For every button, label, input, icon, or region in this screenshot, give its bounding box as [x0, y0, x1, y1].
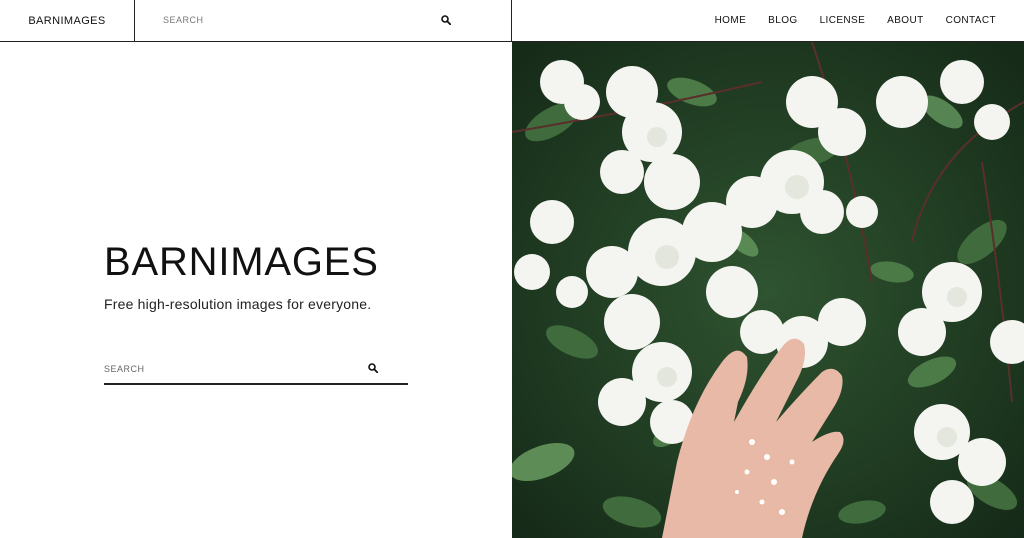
header-search-input[interactable]	[163, 10, 453, 30]
hero-search	[104, 352, 408, 385]
brand-logo[interactable]: BARNIMAGES	[0, 0, 135, 41]
header-search	[135, 0, 512, 41]
nav-about[interactable]: ABOUT	[887, 15, 923, 26]
nav-license[interactable]: LICENSE	[820, 15, 866, 26]
main-nav: HOME BLOG LICENSE ABOUT CONTACT	[512, 0, 1024, 41]
nav-contact[interactable]: CONTACT	[946, 15, 996, 26]
flowers-photo	[512, 42, 1024, 538]
hero-title: BARNIMAGES	[104, 240, 379, 284]
hero-search-input[interactable]	[104, 358, 354, 380]
hero-search-button[interactable]	[364, 359, 382, 377]
search-icon	[368, 363, 378, 373]
search-icon	[441, 15, 451, 25]
top-bar: BARNIMAGES HOME BLOG LICENSE ABOUT CONTA…	[0, 0, 1024, 42]
hero-text: BARNIMAGES Free high-resolution images f…	[104, 240, 408, 312]
header-search-button[interactable]	[437, 11, 455, 29]
hero-photo	[512, 42, 1024, 538]
hero-subtitle: Free high-resolution images for everyone…	[104, 296, 372, 312]
nav-blog[interactable]: BLOG	[768, 15, 797, 26]
nav-home[interactable]: HOME	[715, 15, 747, 26]
